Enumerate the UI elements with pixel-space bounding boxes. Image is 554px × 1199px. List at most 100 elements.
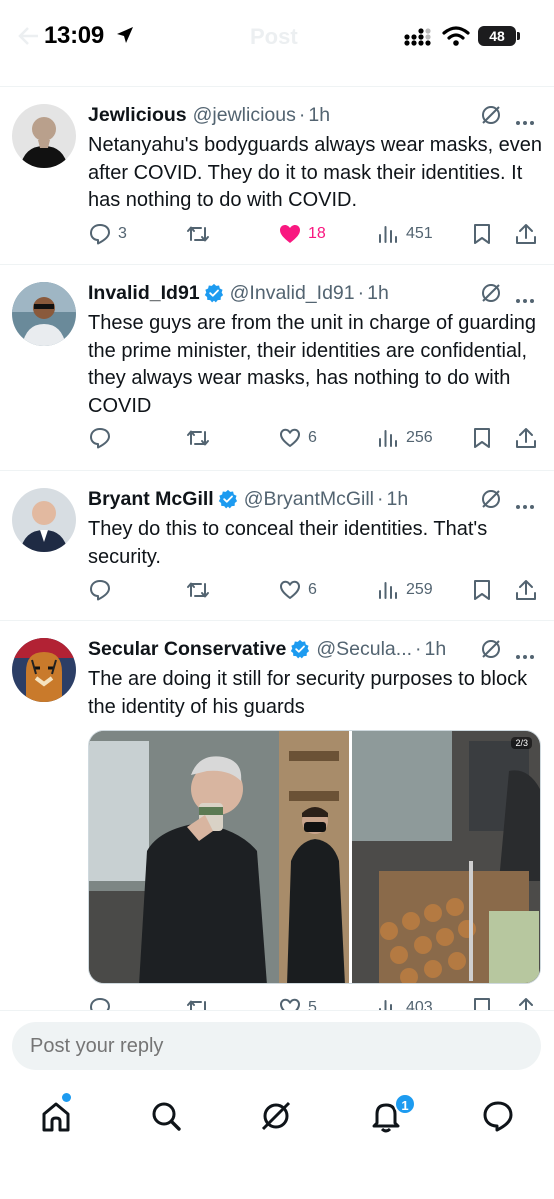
tweet-header: Secular Conservative @Secula... · 1h [88, 636, 446, 662]
tweet-reply[interactable]: Jewlicious @jewlicious · 1h Netanyahu's bo… [0, 102, 554, 262]
handle[interactable]: @Invalid_Id91 [230, 282, 355, 305]
reply-icon [90, 580, 110, 601]
tweet-text: They do this to conceal their identities… [88, 518, 488, 568]
like-button[interactable]: 6 [278, 578, 317, 602]
repost-icon [187, 430, 209, 446]
heart-icon [280, 428, 300, 447]
timestamp[interactable]: 1h [308, 104, 330, 127]
like-count: 5 [308, 999, 317, 1010]
reply-button[interactable]: 3 [88, 222, 127, 246]
display-name[interactable]: Bryant McGill [88, 488, 214, 511]
like-count: 6 [308, 581, 317, 598]
share-button[interactable] [514, 426, 538, 450]
status-time: 13:09 [44, 22, 104, 49]
notification-badge: 1 [394, 1093, 416, 1115]
share-button[interactable] [514, 578, 538, 602]
tweet-reply[interactable]: Invalid_Id91 @Invalid_Id91 · 1h These guys… [0, 280, 554, 466]
display-name[interactable]: Secular Conservative [88, 638, 286, 661]
back-arrow-icon[interactable] [18, 26, 40, 46]
views-icon [379, 430, 397, 447]
media-photo [89, 731, 540, 983]
repost-button[interactable] [186, 222, 210, 246]
handle[interactable]: @Secula... [316, 638, 412, 661]
like-button[interactable]: 6 [278, 426, 317, 450]
share-icon [516, 224, 536, 244]
repost-button[interactable] [186, 578, 210, 602]
grok-icon[interactable] [480, 282, 502, 304]
timestamp[interactable]: 1h [367, 282, 389, 305]
avatar[interactable] [12, 638, 76, 702]
reply-bar [0, 1010, 554, 1080]
bookmark-button[interactable] [470, 222, 494, 246]
reply-button[interactable] [88, 578, 112, 602]
share-icon [516, 428, 536, 448]
views-icon [379, 582, 397, 599]
grok-icon[interactable] [480, 104, 502, 126]
home-icon[interactable] [36, 1096, 76, 1136]
separator-dot: · [415, 637, 422, 660]
views-button[interactable]: 403 [376, 996, 433, 1010]
separator-dot: · [298, 103, 306, 126]
grok-icon[interactable] [480, 488, 502, 510]
divider [0, 264, 554, 265]
share-button[interactable] [514, 996, 538, 1010]
repost-button[interactable] [186, 426, 210, 450]
reply-button[interactable] [88, 996, 112, 1010]
separator-dot: · [377, 487, 384, 510]
bookmark-button[interactable] [470, 578, 494, 602]
verified-badge-icon [204, 283, 223, 303]
views-icon [379, 1000, 396, 1010]
tweet-actions: 6 259 [88, 578, 544, 604]
repost-button[interactable] [186, 996, 210, 1010]
timestamp[interactable]: 1h [387, 488, 409, 511]
heart-filled-icon [280, 225, 300, 243]
avatar[interactable] [12, 282, 76, 346]
tweet-text: Netanyahu's bodyguards always wear masks… [88, 134, 543, 211]
battery-indicator: 48 [478, 26, 516, 46]
repost-icon [187, 582, 209, 598]
display-name[interactable]: Jewlicious [88, 104, 187, 127]
bookmark-icon [474, 998, 490, 1010]
bookmark-button[interactable] [470, 996, 494, 1010]
timestamp[interactable]: 1h [425, 638, 447, 661]
views-count: 259 [406, 581, 433, 598]
search-icon[interactable] [146, 1096, 186, 1136]
reply-input[interactable] [12, 1022, 541, 1070]
bookmark-icon [474, 224, 490, 244]
grok-icon[interactable] [256, 1096, 296, 1136]
tweet-actions: 5 403 [88, 996, 544, 1010]
reply-icon [90, 998, 110, 1010]
more-options-icon[interactable] [516, 646, 537, 664]
messages-icon[interactable] [478, 1096, 518, 1136]
handle[interactable]: @BryantMcGill [244, 488, 374, 511]
views-button[interactable]: 259 [376, 578, 433, 602]
handle[interactable]: @jewlicious [193, 104, 296, 127]
avatar[interactable] [12, 488, 76, 552]
more-options-icon[interactable] [516, 290, 537, 308]
like-button[interactable]: 5 [278, 996, 317, 1010]
views-button[interactable]: 451 [376, 222, 433, 246]
bookmark-button[interactable] [470, 426, 494, 450]
avatar[interactable] [12, 104, 76, 168]
repost-icon [187, 226, 209, 242]
wifi-icon [442, 26, 470, 46]
like-count: 6 [308, 429, 317, 446]
share-icon [517, 998, 535, 1010]
reply-icon [90, 428, 110, 449]
grok-icon[interactable] [480, 638, 502, 660]
like-button[interactable]: 18 [278, 222, 326, 246]
like-count: 18 [308, 225, 326, 242]
home-unread-dot [62, 1093, 71, 1102]
tweet-reply[interactable]: Secular Conservative @Secula... · 1h The a… [0, 636, 554, 1010]
reply-count: 3 [118, 225, 127, 242]
location-arrow-icon [117, 27, 133, 43]
more-options-icon[interactable] [516, 112, 537, 130]
views-button[interactable]: 256 [376, 426, 433, 450]
share-button[interactable] [514, 222, 538, 246]
display-name[interactable]: Invalid_Id91 [88, 282, 200, 305]
tweet-media[interactable]: 2/3 [88, 730, 541, 984]
views-count: 256 [406, 429, 433, 446]
reply-button[interactable] [88, 426, 112, 450]
more-options-icon[interactable] [516, 496, 537, 514]
tweet-reply[interactable]: Bryant McGill @BryantMcGill · 1h They do t… [0, 486, 554, 616]
